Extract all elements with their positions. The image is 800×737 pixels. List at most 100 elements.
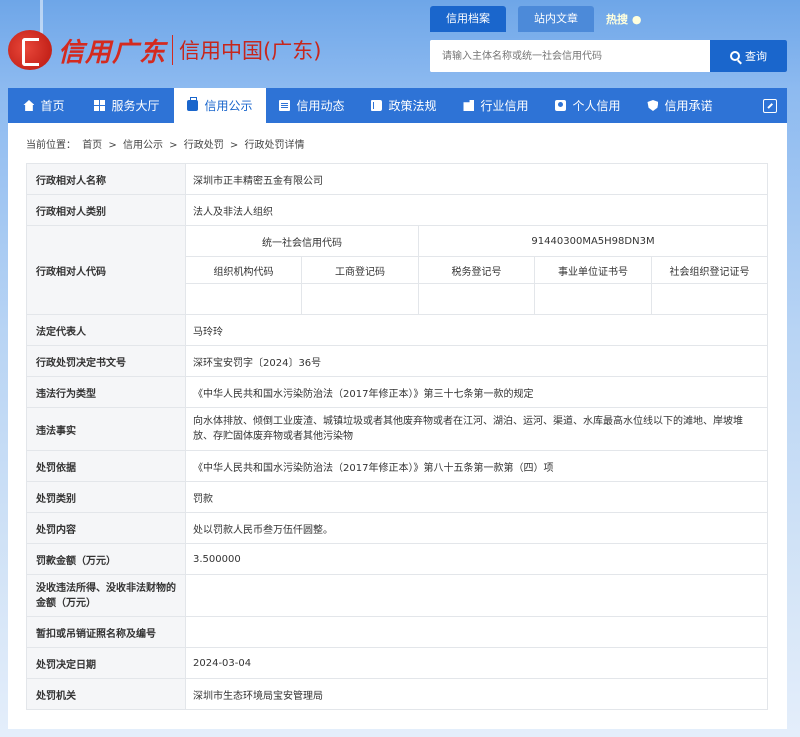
facts-value: 向水体排放、倾倒工业废渣、城镇垃圾或者其他废弃物或者在江河、湖泊、运河、渠道、水… — [185, 407, 768, 451]
expand-icon[interactable] — [763, 98, 777, 113]
basis-value: 《中华人民共和国水污染防治法（2017年修正本）》第八十五条第一款第（四）项 — [185, 450, 768, 482]
penalty-detail-table: 行政相对人名称 深圳市正丰精密五金有限公司 行政相对人类别 法人及非法人组织 行… — [26, 163, 768, 710]
social-org-header: 社会组织登记证号 — [651, 256, 768, 284]
breadcrumb-credit-publicity[interactable]: 信用公示 — [123, 140, 163, 151]
license-label: 暂扣或吊销证照名称及编号 — [26, 616, 186, 648]
category-value: 罚款 — [185, 481, 768, 513]
violation-type-value: 《中华人民共和国水污染防治法（2017年修正本）》第三十七条第一款的规定 — [185, 376, 768, 408]
institution-cert-value — [534, 283, 652, 315]
content-label: 处罚内容 — [26, 512, 186, 544]
table-row: 处罚机关 深圳市生态环境局宝安管理局 — [26, 678, 768, 710]
amount-value: 3.500000 — [185, 543, 768, 575]
breadcrumb-separator: > — [229, 140, 239, 151]
nav-item-credit-news[interactable]: 信用动态 — [266, 88, 358, 123]
book-icon — [371, 100, 383, 111]
category-label: 处罚类别 — [26, 481, 186, 513]
date-label: 处罚决定日期 — [26, 647, 186, 679]
doc-no-value: 深环宝安罚字〔2024〕36号 — [185, 345, 768, 377]
table-row: 违法事实 向水体排放、倾倒工业废渣、城镇垃圾或者其他废弃物或者在江河、湖泊、运河… — [26, 407, 768, 451]
nav-label: 信用动态 — [296, 99, 345, 113]
nav-label: 信用公示 — [204, 99, 253, 113]
search-button-label: 查询 — [745, 50, 767, 63]
breadcrumb-home[interactable]: 首页 — [82, 140, 102, 151]
breadcrumb-prefix: 当前位置： — [26, 140, 76, 151]
nav-item-industry-credit[interactable]: 行业信用 — [450, 88, 542, 123]
nav-item-credit-commitment[interactable]: 信用承诺 — [634, 88, 726, 123]
tax-reg-header: 税务登记号 — [418, 256, 535, 284]
search-area: 信用档案 站内文章 热搜 ● 查询 — [430, 6, 787, 72]
doc-no-label: 行政处罚决定书文号 — [26, 345, 186, 377]
nav-label: 首页 — [40, 99, 65, 113]
logo-cursive-text: 信用广东 — [58, 37, 167, 68]
org-value: 深圳市生态环境局宝安管理局 — [185, 678, 768, 710]
breadcrumb: 当前位置： 首页 > 信用公示 > 行政处罚 > 行政处罚详情 — [26, 136, 307, 151]
hot-search-label: 热搜 — [606, 13, 628, 26]
breadcrumb-separator: > — [169, 140, 178, 151]
name-value: 深圳市正丰精密五金有限公司 — [185, 163, 768, 195]
table-row: 行政处罚决定书文号 深环宝安罚字〔2024〕36号 — [26, 345, 768, 377]
nav-label: 个人信用 — [572, 99, 621, 113]
hot-search-link[interactable]: 热搜 ● — [606, 11, 641, 27]
main-content: 当前位置： 首页 > 信用公示 > 行政处罚 > 行政处罚详情 行政相对人名称 … — [8, 123, 787, 729]
table-row: 行政相对人代码 统一社会信用代码 91440300MA5H98DN3M — [26, 225, 768, 315]
amount-label: 罚款金额（万元） — [26, 543, 186, 575]
tab-credit-archive[interactable]: 信用档案 — [430, 6, 506, 32]
table-row: 法定代表人 马玲玲 — [26, 314, 768, 346]
nav-label: 信用承诺 — [664, 99, 713, 113]
nav-label: 政策法规 — [388, 99, 437, 113]
org-code-value — [185, 283, 302, 315]
breadcrumb-separator: > — [108, 140, 117, 151]
legal-rep-label: 法定代表人 — [26, 314, 186, 346]
main-nav: 首页 服务大厅 信用公示 信用动态 政策法规 行业信用 个人信用 信用承诺 — [8, 88, 787, 123]
nav-item-home[interactable]: 首页 — [8, 88, 80, 123]
table-row: 行政相对人类别 法人及非法人组织 — [26, 194, 768, 226]
code-label: 行政相对人代码 — [26, 225, 186, 315]
table-row: 处罚内容 处以罚款人民币叁万伍仟圆整。 — [26, 512, 768, 544]
org-label: 处罚机关 — [26, 678, 186, 710]
search-tabs: 信用档案 站内文章 热搜 ● — [430, 6, 787, 32]
document-icon — [279, 100, 291, 111]
name-label: 行政相对人名称 — [26, 163, 186, 195]
facts-label: 违法事实 — [26, 407, 186, 451]
grid-icon — [94, 100, 106, 111]
search-button[interactable]: 查询 — [710, 40, 787, 72]
site-header: 信用广东 信用中国(广东) 信用档案 站内文章 热搜 ● 查询 — [0, 0, 800, 88]
type-value: 法人及非法人组织 — [185, 194, 768, 226]
basis-label: 处罚依据 — [26, 450, 186, 482]
violation-type-label: 违法行为类型 — [26, 376, 186, 408]
search-box: 查询 — [430, 40, 787, 72]
building-icon — [463, 100, 475, 111]
nav-item-personal-credit[interactable]: 个人信用 — [542, 88, 634, 123]
uscc-label: 统一社会信用代码 — [185, 225, 419, 257]
confiscate-label: 没收违法所得、没收非法财物的金额（万元） — [26, 574, 186, 617]
logo-divider — [172, 35, 174, 65]
content-value: 处以罚款人民币叁万伍仟圆整。 — [185, 512, 768, 544]
org-code-header: 组织机构代码 — [185, 256, 302, 284]
table-row: 处罚决定日期 2024-03-04 — [26, 647, 768, 679]
type-label: 行政相对人类别 — [26, 194, 186, 226]
tax-reg-value — [418, 283, 535, 315]
logo-main-text: 信用中国(广东) — [179, 39, 322, 63]
business-reg-value — [301, 283, 419, 315]
tab-site-articles[interactable]: 站内文章 — [518, 6, 594, 32]
flame-icon: ● — [631, 13, 642, 26]
shield-icon — [647, 100, 659, 111]
nav-item-credit-publicity[interactable]: 信用公示 — [174, 88, 266, 123]
table-row: 没收违法所得、没收非法财物的金额（万元） — [26, 574, 768, 617]
institution-cert-header: 事业单位证书号 — [534, 256, 652, 284]
table-row: 暂扣或吊销证照名称及编号 — [26, 616, 768, 648]
nav-item-policies[interactable]: 政策法规 — [358, 88, 450, 123]
site-logo[interactable]: 信用广东 信用中国(广东) — [8, 30, 321, 70]
table-row: 处罚依据 《中华人民共和国水污染防治法（2017年修正本）》第八十五条第一款第（… — [26, 450, 768, 482]
breadcrumb-penalty[interactable]: 行政处罚 — [184, 140, 224, 151]
nav-item-service-hall[interactable]: 服务大厅 — [80, 88, 174, 123]
table-row: 处罚类别 罚款 — [26, 481, 768, 513]
date-value: 2024-03-04 — [185, 647, 768, 679]
home-icon — [23, 100, 35, 111]
user-card-icon — [555, 100, 567, 111]
logo-emblem-icon — [8, 30, 52, 70]
search-icon — [730, 51, 740, 61]
search-input[interactable] — [430, 40, 710, 72]
table-row: 罚款金额（万元） 3.500000 — [26, 543, 768, 575]
breadcrumb-current: 行政处罚详情 — [244, 140, 305, 151]
